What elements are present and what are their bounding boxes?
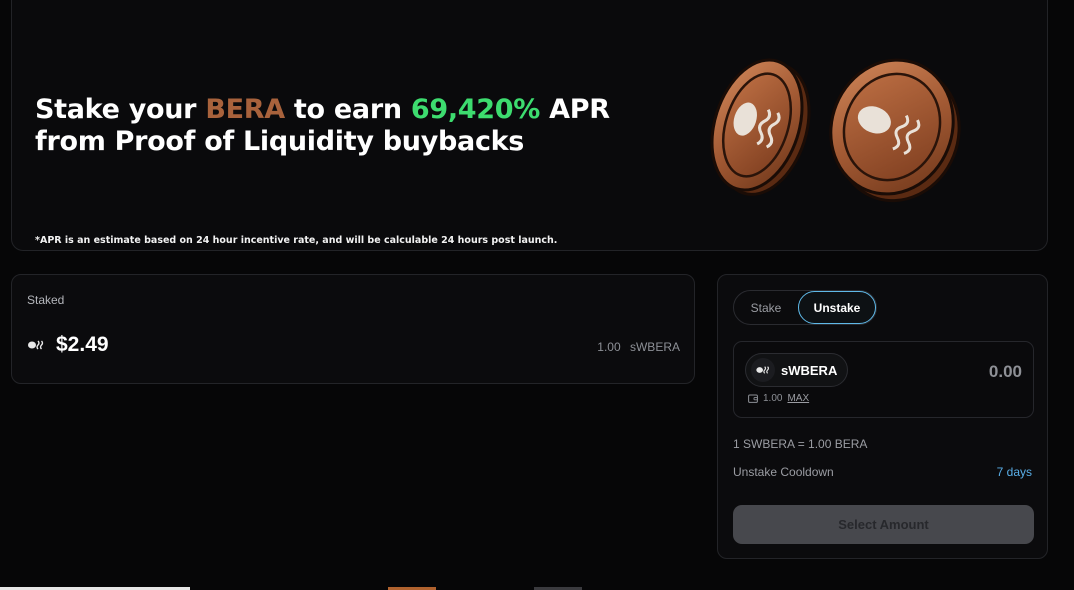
hero-title: Stake your BERA to earn 69,420% APR from… — [35, 94, 610, 158]
exchange-rate: 1 SWBERA = 1.00 BERA — [733, 437, 868, 451]
wallet-icon — [748, 394, 758, 403]
token-selector-label: sWBERA — [781, 362, 838, 378]
tab-stake[interactable]: Stake — [734, 291, 798, 324]
amount-input-box: sWBERA 1.00 MAX — [733, 341, 1034, 418]
bronze-coins-illustration — [710, 58, 961, 203]
staked-label: Staked — [27, 293, 65, 307]
cooldown-value: 7 days — [996, 465, 1032, 479]
stake-mode-tabs: Stake Unstake — [733, 290, 877, 325]
bear-chain-token-icon — [27, 339, 45, 351]
staked-token-amount: 1.00 sWBERA — [597, 340, 680, 354]
hero-title-part3: APR — [540, 94, 610, 125]
coin-right — [829, 58, 961, 203]
amount-input[interactable] — [902, 361, 1022, 383]
stake-action-card: Stake Unstake sWBERA 0.00 1.00 MAX 1 SWB… — [717, 274, 1048, 559]
hero-title-part2: to earn — [284, 94, 411, 125]
stake-page: Stake your BERA to earn 69,420% APR from… — [0, 0, 1074, 590]
token-selector[interactable]: sWBERA — [745, 353, 849, 387]
staked-value-row: $2.49 — [27, 333, 109, 357]
hero-apr-highlight: 69,420% — [410, 94, 541, 125]
bear-chain-token-icon — [751, 358, 775, 382]
balance-row: 1.00 MAX — [748, 393, 809, 404]
hero-title-line2: from Proof of Liquidity buybacks — [35, 126, 525, 157]
apr-disclaimer: *APR is an estimate based on 24 hour inc… — [35, 235, 558, 246]
staked-token-symbol: sWBERA — [629, 340, 680, 354]
coin-left — [710, 58, 811, 196]
tab-unstake[interactable]: Unstake — [798, 291, 876, 324]
hero-title-part1: Stake your — [35, 94, 206, 125]
staked-amount-value: 1.00 — [597, 340, 621, 354]
max-button[interactable]: MAX — [787, 393, 809, 404]
staked-card: Staked $2.49 1.00 sWBERA — [11, 274, 695, 384]
wallet-balance: 1.00 — [763, 393, 783, 404]
cooldown-label: Unstake Cooldown — [733, 465, 834, 479]
hero-banner: Stake your BERA to earn 69,420% APR from… — [11, 0, 1048, 251]
select-amount-button[interactable]: Select Amount — [733, 505, 1034, 544]
staked-usd-value: $2.49 — [56, 333, 109, 356]
hero-token-highlight: BERA — [205, 94, 285, 125]
